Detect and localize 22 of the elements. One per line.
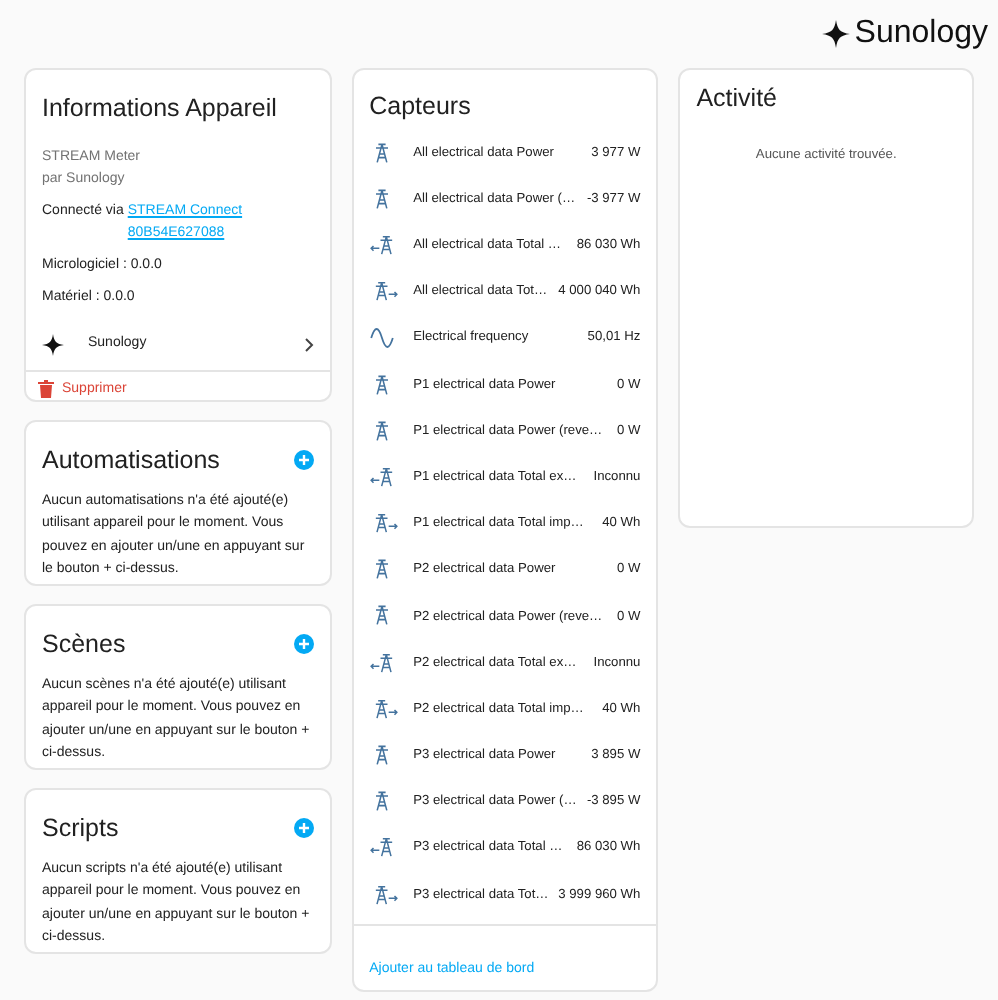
plus-icon (297, 454, 310, 467)
pylon-arrow-icon (369, 651, 398, 676)
chevron-icon (303, 338, 314, 353)
plus-icon (297, 638, 310, 651)
card-title: Informations Appareil (42, 92, 279, 126)
integration-icon (42, 334, 64, 357)
card-title: Scènes (42, 628, 126, 662)
add-button[interactable] (293, 818, 314, 839)
logo-icon (822, 20, 851, 48)
card-title: Capteurs (367, 90, 473, 122)
card-title: Automatisations (42, 444, 220, 478)
add-button[interactable] (293, 450, 314, 471)
sine-wave-icon (369, 326, 394, 351)
pylon-arrow-icon (369, 836, 398, 861)
pylon-arrow-icon (369, 233, 398, 258)
trash-icon (38, 380, 54, 399)
card-title: Activité (696, 82, 779, 116)
pylon-arrow-icon (369, 465, 398, 490)
plus-icon (297, 822, 310, 835)
brand-name: Sunology (854, 14, 988, 54)
card-title: Scripts (42, 812, 119, 846)
add-button[interactable] (293, 634, 314, 655)
